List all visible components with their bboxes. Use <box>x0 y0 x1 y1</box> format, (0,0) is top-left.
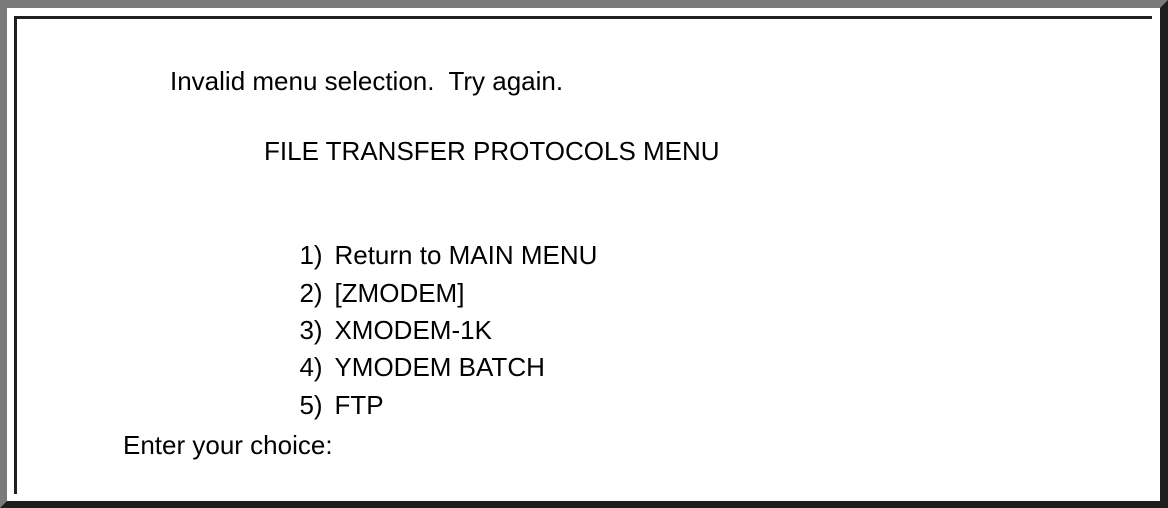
choice-input[interactable] <box>380 430 780 460</box>
menu-option-ftp[interactable]: 5) FTP <box>285 360 384 420</box>
choice-prompt: Enter your choice: <box>123 430 333 460</box>
menu-title: FILE TRANSFER PROTOCOLS MENU <box>264 136 720 166</box>
option-label: FTP <box>334 390 384 420</box>
option-number: 5) <box>299 390 323 420</box>
error-message: Invalid menu selection. Try again. <box>170 66 564 96</box>
